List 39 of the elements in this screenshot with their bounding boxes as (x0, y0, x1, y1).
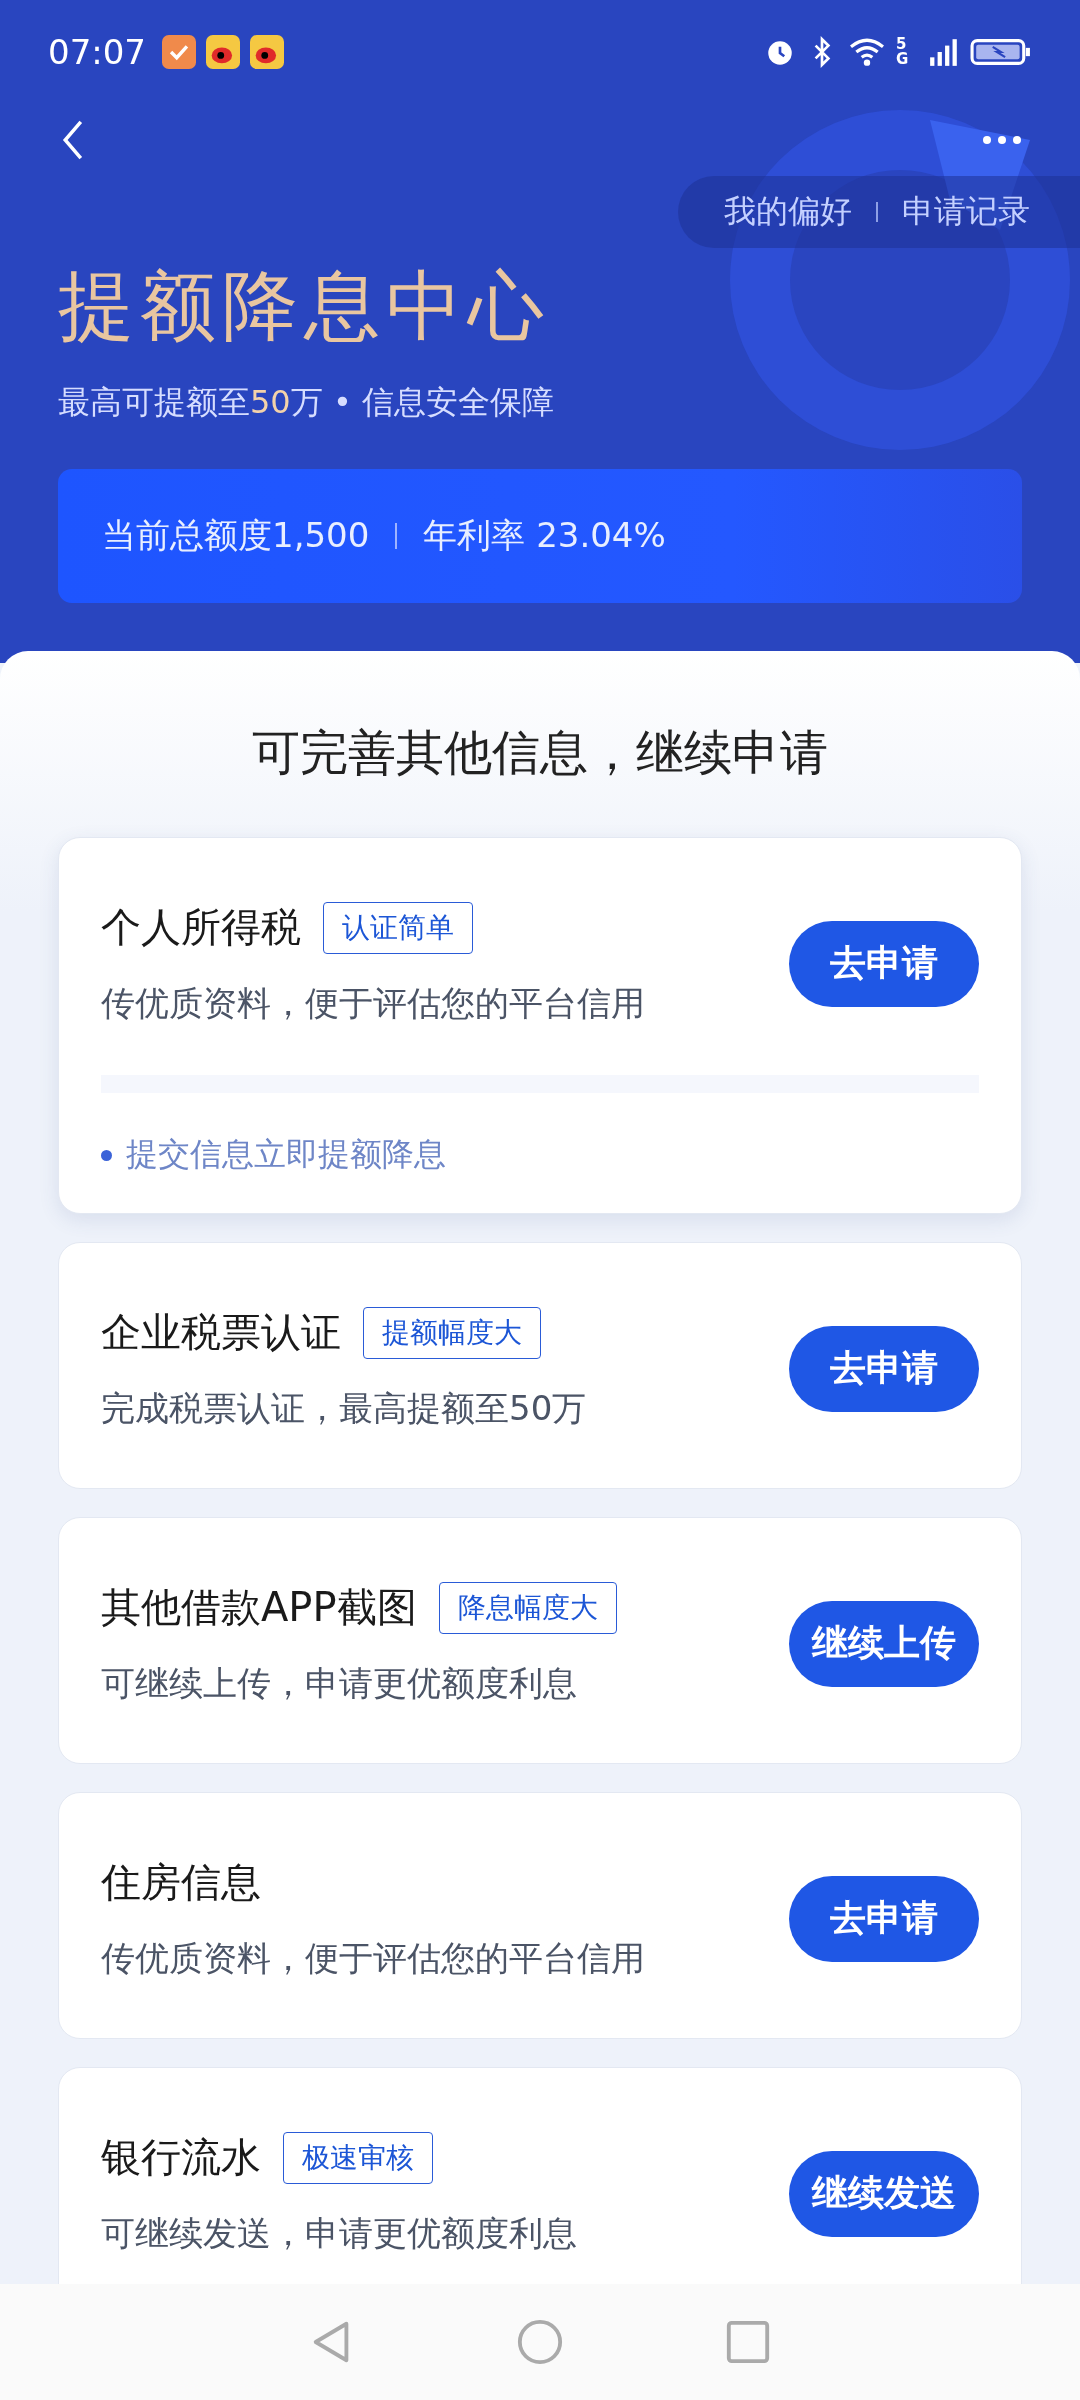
card-tag: 认证简单 (323, 901, 473, 954)
header-link[interactable]: 我的偏好 (724, 190, 852, 234)
app-notification-icon (162, 35, 196, 69)
header-link[interactable]: 申请记录 (902, 190, 1030, 234)
wifi-icon (848, 36, 886, 68)
apply-button[interactable]: 去申请 (789, 1325, 979, 1412)
card-title: 住房信息 (101, 1858, 261, 1907)
card-tag: 提额幅度大 (363, 1306, 541, 1359)
status-time: 07:07 (48, 32, 146, 72)
apply-button[interactable]: 继续发送 (789, 2150, 979, 2237)
card-description: 可继续发送，申请更优额度利息 (101, 2212, 577, 2255)
more-icon[interactable] (982, 135, 1022, 145)
bullet-icon (101, 1149, 112, 1161)
card-note: 提交信息立即提额降息 (126, 1134, 446, 1175)
page-subtitle: 最高可提额至50万 • 信息安全保障 (58, 382, 555, 423)
card-tag: 极速审核 (283, 2131, 433, 2184)
card-description: 可继续上传，申请更优额度利息 (101, 1662, 578, 1705)
apply-button[interactable]: 去申请 (789, 920, 979, 1007)
annual-rate: 年利率 23.04% (423, 514, 666, 557)
battery-icon (970, 36, 1032, 68)
recents-icon[interactable] (724, 2318, 772, 2366)
card-title: 个人所得税 (101, 903, 301, 952)
card-title: 其他借款APP截图 (101, 1583, 417, 1632)
card-description: 完成税票认证，最高提额至50万 (101, 1387, 587, 1430)
app-notification-icon (206, 35, 240, 69)
section-title: 可完善其他信息，继续申请 (251, 723, 829, 782)
apply-button[interactable]: 去申请 (789, 1875, 979, 1962)
home-icon[interactable] (516, 2318, 564, 2366)
page-title: 提额降息中心 (58, 260, 551, 352)
network-type: 5G (896, 37, 910, 67)
card-description: 传优质资料，便于评估您的平台信用 (101, 1937, 645, 1980)
total-quota: 当前总额度1,500 (102, 514, 370, 557)
card-title: 企业税票认证 (101, 1308, 341, 1357)
apply-button[interactable]: 继续上传 (789, 1600, 979, 1687)
app-notification-icon (250, 35, 284, 69)
card-tag: 降息幅度大 (438, 1581, 617, 1634)
signal-icon (928, 36, 960, 68)
card-title: 银行流水 (101, 2133, 261, 2182)
card-description: 传优质资料，便于评估您的平台信用 (101, 982, 645, 1025)
